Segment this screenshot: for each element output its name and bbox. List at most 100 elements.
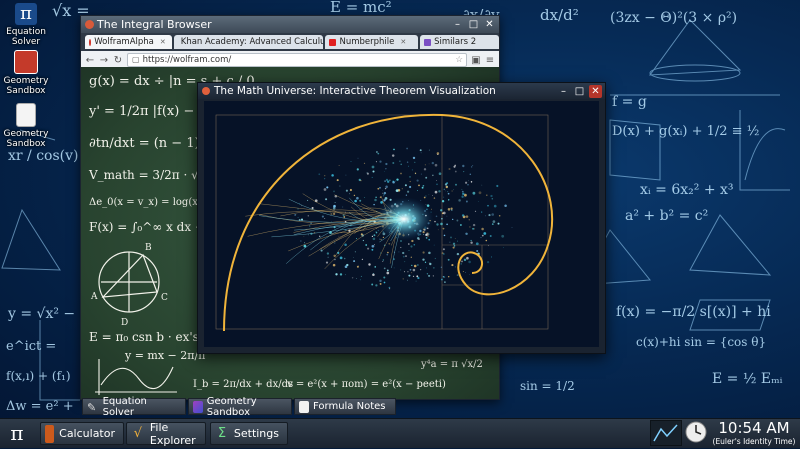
fractal-particle bbox=[428, 274, 431, 277]
tab-close-icon[interactable]: ✕ bbox=[160, 35, 166, 49]
fractal-particle bbox=[309, 225, 311, 227]
start-button[interactable]: π bbox=[2, 421, 32, 446]
fractal-particle bbox=[402, 251, 405, 255]
fractal-particle bbox=[504, 204, 507, 207]
taskbar-settings[interactable]: Σ Settings bbox=[210, 422, 288, 445]
fractal-particle bbox=[443, 253, 445, 255]
minimize-icon[interactable]: – bbox=[557, 85, 570, 98]
menu-icon[interactable]: ≡ bbox=[485, 55, 495, 66]
fractal-particle bbox=[375, 284, 378, 287]
desktop-icon-geometry-sandbox-2[interactable]: Geometry Sandbox bbox=[0, 103, 52, 149]
system-clock[interactable]: 10:54 AM (Euler's Identity Time) bbox=[711, 420, 797, 447]
fractal-particle bbox=[338, 165, 340, 166]
browser-title: The Integral Browser bbox=[97, 18, 212, 31]
theorem-visualization-canvas[interactable] bbox=[204, 101, 599, 347]
fractal-particle bbox=[332, 263, 336, 267]
diagram-label: C bbox=[161, 293, 168, 303]
desktop-icon-equation-solver[interactable]: π Equation Solver bbox=[0, 3, 52, 47]
clock-tray-icon[interactable] bbox=[684, 420, 708, 444]
fractal-particle bbox=[318, 173, 321, 176]
fractal-particle bbox=[388, 286, 391, 289]
fractal-particle bbox=[416, 190, 418, 191]
fractal-particle bbox=[303, 236, 305, 237]
fractal-particle bbox=[408, 165, 409, 167]
curve-graph bbox=[95, 359, 177, 395]
desktop-icon-label: Equation Solver bbox=[6, 27, 46, 47]
chalk-formula: E = π₀ csn b · ex's bbox=[89, 330, 199, 344]
star-icon[interactable]: ☆ bbox=[455, 54, 466, 66]
fractal-particle bbox=[364, 197, 366, 199]
fractal-particle bbox=[466, 256, 469, 260]
task-equation-solver[interactable]: ✎ Equation Solver bbox=[82, 396, 186, 418]
fractal-particle bbox=[491, 223, 494, 225]
fractal-particle bbox=[393, 267, 395, 269]
fractal-particle bbox=[442, 248, 445, 251]
close-icon[interactable]: ✕ bbox=[483, 18, 496, 31]
tab-wolframalpha[interactable]: WolframAlpha ✕ bbox=[85, 35, 172, 49]
close-icon[interactable]: ✕ bbox=[589, 85, 602, 98]
math-universe-window[interactable]: The Math Universe: Interactive Theorem V… bbox=[197, 82, 606, 354]
fractal-particle bbox=[323, 188, 327, 191]
fractal-particle bbox=[368, 263, 371, 266]
url-input[interactable]: ▢ https://wolfram.com/ ☆ bbox=[127, 53, 467, 67]
app-icon bbox=[202, 87, 210, 95]
fractal-particle bbox=[391, 154, 395, 157]
fractal-particle bbox=[469, 173, 472, 176]
tab-numberphile[interactable]: Numberphile ✕ bbox=[325, 35, 419, 49]
fractal-particle bbox=[477, 201, 479, 202]
reload-icon[interactable]: ↻ bbox=[113, 55, 123, 66]
taskbar-calculator[interactable]: Calculator bbox=[40, 422, 124, 445]
desktop-icon-geometry-sandbox[interactable]: Geometry Sandbox bbox=[0, 50, 52, 96]
math-window-titlebar[interactable]: The Math Universe: Interactive Theorem V… bbox=[198, 83, 605, 99]
maximize-icon[interactable]: □ bbox=[573, 85, 586, 98]
forward-icon[interactable]: → bbox=[99, 55, 109, 66]
fractal-particle bbox=[299, 202, 300, 204]
fractal-particle bbox=[380, 238, 382, 241]
tab-close-icon[interactable]: ✕ bbox=[400, 35, 406, 49]
fractal-particle bbox=[452, 246, 455, 249]
back-icon[interactable]: ← bbox=[85, 55, 95, 66]
fractal-particle bbox=[501, 234, 505, 238]
maximize-icon[interactable]: □ bbox=[467, 18, 480, 31]
taskbar-file-explorer[interactable]: √ File Explorer bbox=[126, 421, 206, 447]
extension-icon[interactable]: ▣ bbox=[471, 55, 481, 66]
minimize-icon[interactable]: – bbox=[451, 18, 464, 31]
fractal-particle bbox=[423, 196, 426, 199]
tab-similars[interactable]: Similars 2 bbox=[420, 35, 499, 49]
fractal-particle bbox=[365, 244, 368, 246]
fractal-particle bbox=[451, 190, 453, 192]
fractal-particle bbox=[367, 247, 370, 250]
fractal-particle bbox=[383, 267, 386, 270]
fractal-particle bbox=[443, 188, 446, 191]
browser-titlebar[interactable]: The Integral Browser – □ ✕ bbox=[81, 16, 499, 33]
fractal-particle bbox=[362, 239, 365, 242]
fractal-particle bbox=[442, 227, 445, 230]
fractal-particle bbox=[426, 273, 429, 275]
fractal-particle bbox=[480, 237, 482, 239]
fractal-particle bbox=[423, 168, 427, 171]
tab-khan-academy[interactable]: Khan Academy: Advanced Calculus bbox=[173, 35, 324, 49]
fractal-particle bbox=[460, 224, 462, 226]
wallpaper-formula: a² + b² = c² bbox=[625, 208, 708, 224]
fractal-particle bbox=[374, 266, 377, 268]
fractal-particle bbox=[438, 190, 441, 193]
fractal-particle bbox=[416, 179, 419, 182]
fractal-particle bbox=[350, 160, 352, 162]
task-geometry-sandbox[interactable]: Geometry Sandbox bbox=[188, 396, 292, 418]
wallpaper-formula: f(x,ı) + (f₁) bbox=[6, 369, 71, 383]
graph-tray-icon[interactable] bbox=[650, 420, 682, 446]
fractal-particle bbox=[461, 190, 464, 193]
fractal-particle bbox=[412, 275, 415, 278]
fractal-particle bbox=[453, 165, 456, 168]
fractal-particle bbox=[472, 223, 476, 227]
fractal-particle bbox=[443, 196, 445, 198]
sigma-icon: Σ bbox=[217, 426, 227, 441]
fractal-particle bbox=[434, 220, 436, 223]
fractal-particle bbox=[409, 180, 411, 183]
fractal-particle bbox=[446, 215, 448, 217]
fractal-particle bbox=[333, 190, 335, 193]
fractal-particle bbox=[384, 187, 387, 190]
fractal-particle bbox=[294, 214, 296, 216]
task-formula-notes[interactable]: Formula Notes bbox=[294, 398, 396, 415]
fractal-particle bbox=[440, 278, 443, 281]
